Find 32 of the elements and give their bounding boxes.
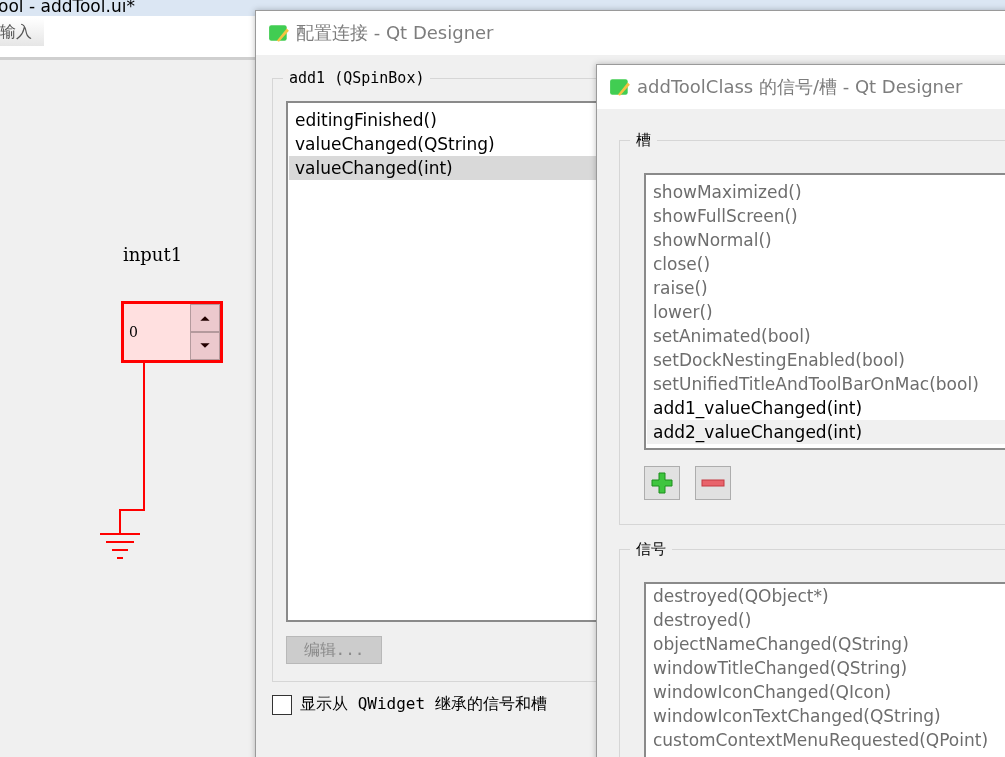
signal-item[interactable]: objectNameChanged(QString) xyxy=(647,632,1005,656)
checkbox[interactable] xyxy=(272,694,292,715)
remove-button[interactable] xyxy=(695,466,731,500)
group-title: add1 (QSpinBox) xyxy=(283,68,431,88)
app-icon xyxy=(268,23,290,43)
slot-item[interactable]: setDockNestingEnabled(bool) xyxy=(647,348,1005,372)
dialog-title: 配置连接 - Qt Designer xyxy=(296,21,494,45)
signal-item[interactable]: windowTitleChanged(QString) xyxy=(647,656,1005,680)
slot-item[interactable]: raise() xyxy=(647,276,1005,300)
slot-item[interactable]: showFullScreen() xyxy=(647,204,1005,228)
slot-item[interactable]: lower() xyxy=(647,300,1005,324)
slot-item[interactable]: add1_valueChanged(int) xyxy=(647,396,1005,420)
signal-item[interactable]: customContextMenuRequested(QPoint) xyxy=(647,728,1005,752)
checkbox-label: 显示从 QWidget 继承的信号和槽 xyxy=(300,694,547,715)
component-label: input1 xyxy=(123,244,183,265)
spinbox-component[interactable]: 0 xyxy=(121,301,223,363)
app-icon xyxy=(609,77,631,97)
signal-item[interactable]: destroyed() xyxy=(647,608,1005,632)
group-title: 槽 xyxy=(630,130,657,150)
slot-item[interactable]: close() xyxy=(647,252,1005,276)
signal-item[interactable]: windowIconTextChanged(QString) xyxy=(647,704,1005,728)
slot-item[interactable]: setAnimated(bool) xyxy=(647,324,1005,348)
plus-icon xyxy=(650,471,674,495)
signal-item[interactable]: windowIconChanged(QIcon) xyxy=(647,680,1005,704)
slot-item[interactable]: add2_valueChanged(int) xyxy=(647,420,1005,444)
group-title: 信号 xyxy=(630,539,672,559)
slot-item[interactable]: showMaximized() xyxy=(647,180,1005,204)
slot-item[interactable]: setUnifiedTitleAndToolBarOnMac(bool) xyxy=(647,372,1005,396)
spinbox-value: 0 xyxy=(129,324,138,340)
signal-item[interactable]: destroyed(QObject*) xyxy=(647,584,1005,608)
dialog-title: addToolClass 的信号/槽 - Qt Designer xyxy=(637,75,963,99)
slot-item[interactable]: showNormal() xyxy=(647,228,1005,252)
